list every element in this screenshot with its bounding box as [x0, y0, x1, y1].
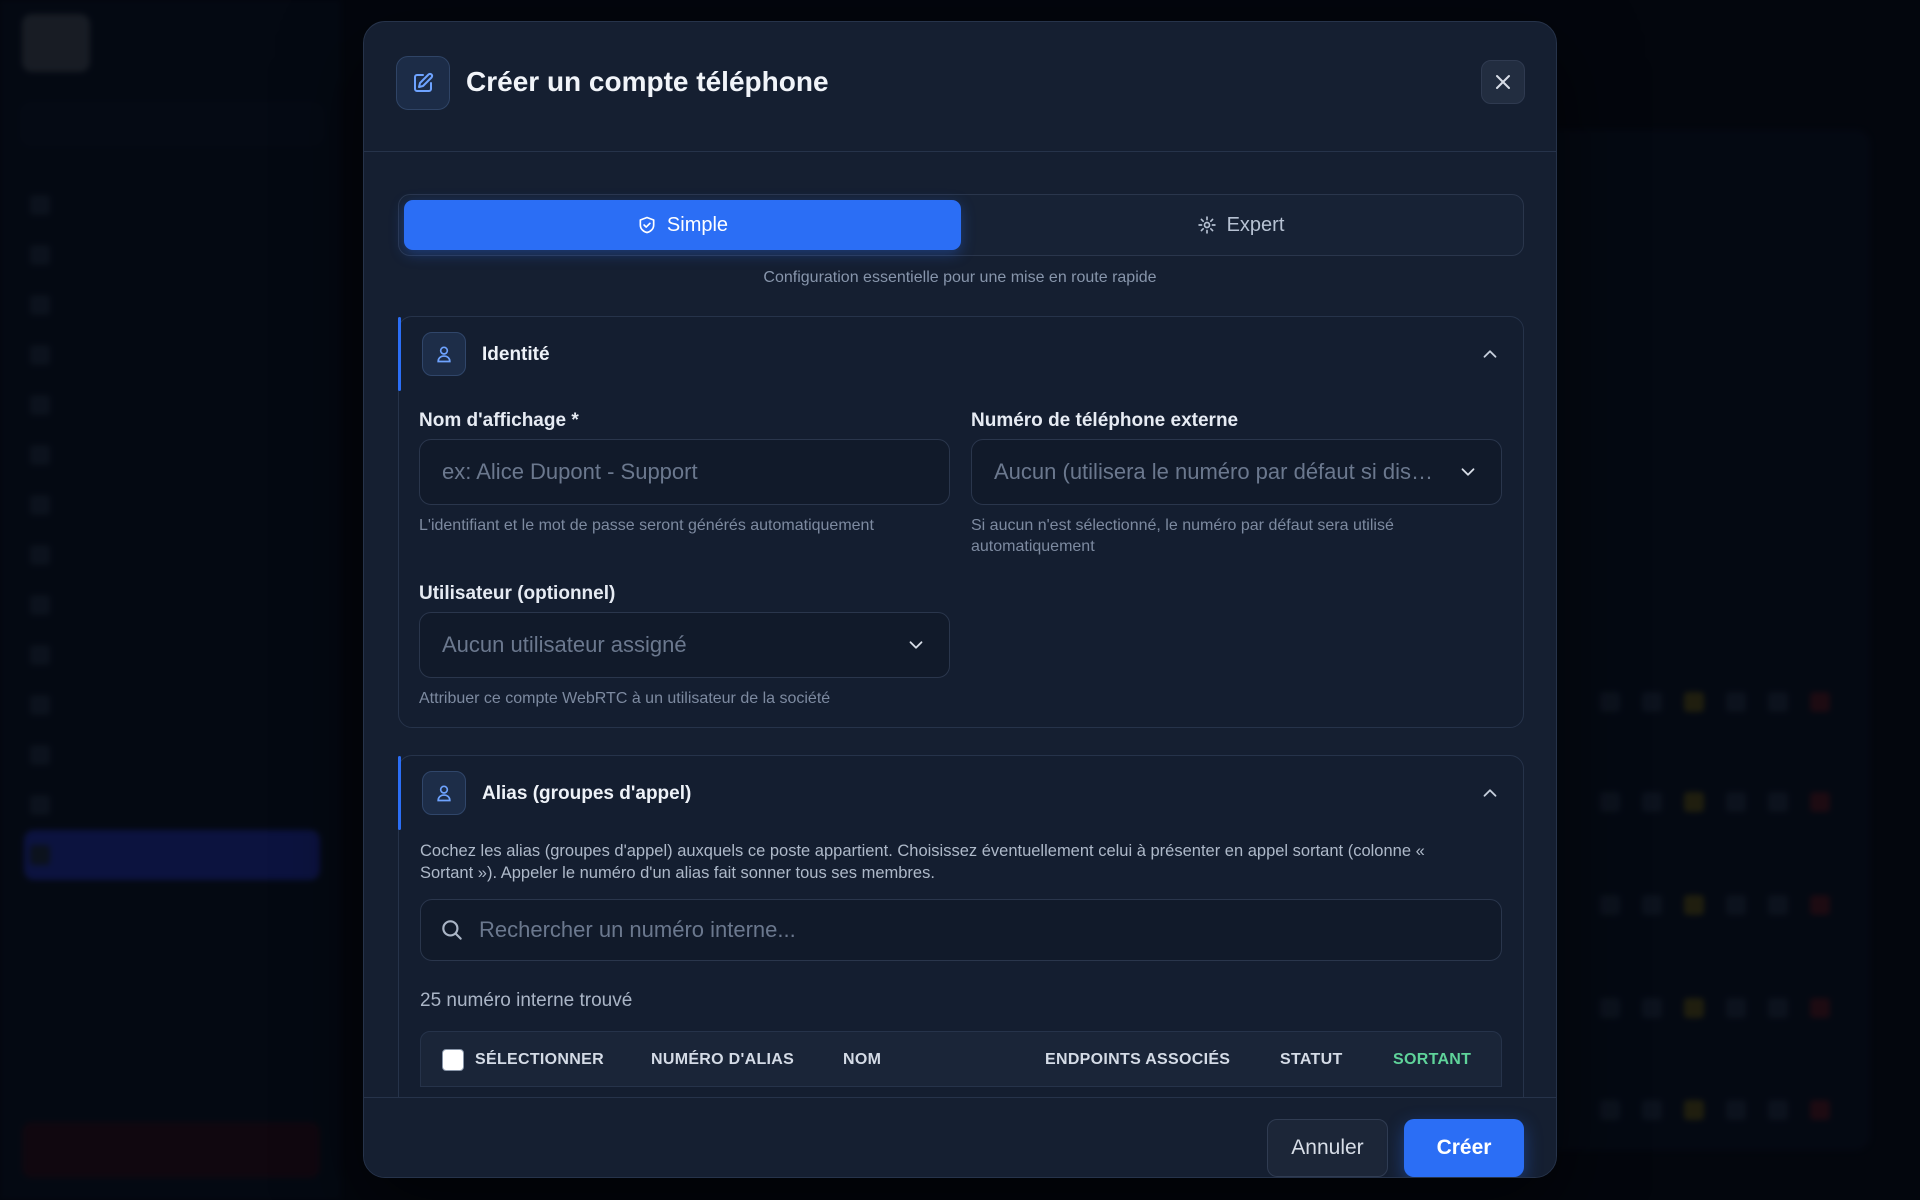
- chevron-up-icon: [1483, 350, 1497, 358]
- display-name-label: Nom d'affichage *: [419, 410, 579, 431]
- alias-table-header: SÉLECTIONNER NUMÉRO D'ALIAS NOM ENDPOINT…: [420, 1031, 1502, 1087]
- alias-section: Alias (groupes d'appel) Cochez les alias…: [398, 755, 1524, 1097]
- user-value: Aucun utilisateur assigné: [442, 632, 687, 657]
- user-label: Utilisateur (optionnel): [419, 583, 616, 604]
- column-header-endpoints[interactable]: ENDPOINTS ASSOCIÉS: [1045, 1051, 1230, 1069]
- mode-simple-label: Simple: [666, 213, 729, 236]
- display-name-hint: L'identifiant et le mot de passe seront …: [419, 517, 874, 534]
- alias-search-input[interactable]: [479, 917, 1479, 943]
- alias-search-box[interactable]: [420, 899, 1502, 961]
- dialog-title: Créer un compte téléphone: [466, 66, 829, 97]
- create-button[interactable]: Créer: [1404, 1119, 1524, 1177]
- shield-check-icon: [639, 216, 655, 234]
- gear-icon: [1197, 216, 1216, 234]
- mode-switch: Simple Expert: [398, 194, 1524, 256]
- identity-section-title: Identité: [482, 344, 550, 365]
- column-header-alias-number[interactable]: NUMÉRO D'ALIAS: [651, 1051, 794, 1069]
- mode-caption: Configuration essentielle pour une mise …: [763, 269, 1157, 286]
- dialog-footer: Annuler Créer: [364, 1097, 1556, 1177]
- external-number-value: Aucun (utilisera le numéro par défaut si…: [994, 459, 1441, 484]
- column-header-select[interactable]: SÉLECTIONNER: [475, 1051, 604, 1069]
- chevron-down-icon: [909, 641, 923, 649]
- edit-icon: [396, 56, 450, 110]
- search-icon: [442, 920, 462, 940]
- column-header-status[interactable]: STATUT: [1280, 1051, 1343, 1069]
- chevron-up-icon: [1483, 789, 1497, 797]
- display-name-input[interactable]: [419, 439, 950, 505]
- external-number-label: Numéro de téléphone externe: [971, 410, 1239, 431]
- close-button[interactable]: [1481, 60, 1525, 104]
- identity-section: Identité Nom d'affichage * L'identifiant…: [398, 316, 1524, 728]
- mode-expert-label: Expert: [1226, 213, 1285, 236]
- column-header-name[interactable]: NOM: [843, 1051, 881, 1069]
- alias-result-count: 25 numéro interne trouvé: [420, 990, 633, 1011]
- select-all-checkbox[interactable]: [442, 1049, 464, 1071]
- alias-description: Cochez les alias (groupes d'appel) auxqu…: [420, 842, 1425, 882]
- dialog-header: Créer un compte téléphone: [364, 22, 1556, 152]
- chevron-down-icon: [1461, 468, 1475, 476]
- dialog-body[interactable]: Simple Expert Configuration essentielle …: [364, 153, 1556, 1097]
- create-phone-account-dialog: Créer un compte téléphone Simple Expert: [363, 21, 1557, 1178]
- cancel-button[interactable]: Annuler: [1267, 1119, 1388, 1177]
- identity-section-toggle[interactable]: Identité: [399, 317, 1523, 391]
- user-select[interactable]: Aucun utilisateur assigné: [419, 612, 950, 678]
- mode-expert-button[interactable]: Expert: [962, 200, 1519, 250]
- user-hint: Attribuer ce compte WebRTC à un utilisat…: [419, 690, 831, 707]
- user-icon: [422, 771, 466, 815]
- column-header-outgoing[interactable]: SORTANT: [1393, 1051, 1471, 1069]
- close-icon: [1496, 75, 1510, 89]
- mode-simple-button[interactable]: Simple: [404, 200, 961, 250]
- external-number-select[interactable]: Aucun (utilisera le numéro par défaut si…: [971, 439, 1502, 505]
- alias-section-title: Alias (groupes d'appel): [482, 783, 692, 804]
- user-icon: [422, 332, 466, 376]
- external-number-hint: Si aucun n'est sélectionné, le numéro pa…: [971, 517, 1394, 555]
- alias-section-toggle[interactable]: Alias (groupes d'appel): [399, 756, 1523, 830]
